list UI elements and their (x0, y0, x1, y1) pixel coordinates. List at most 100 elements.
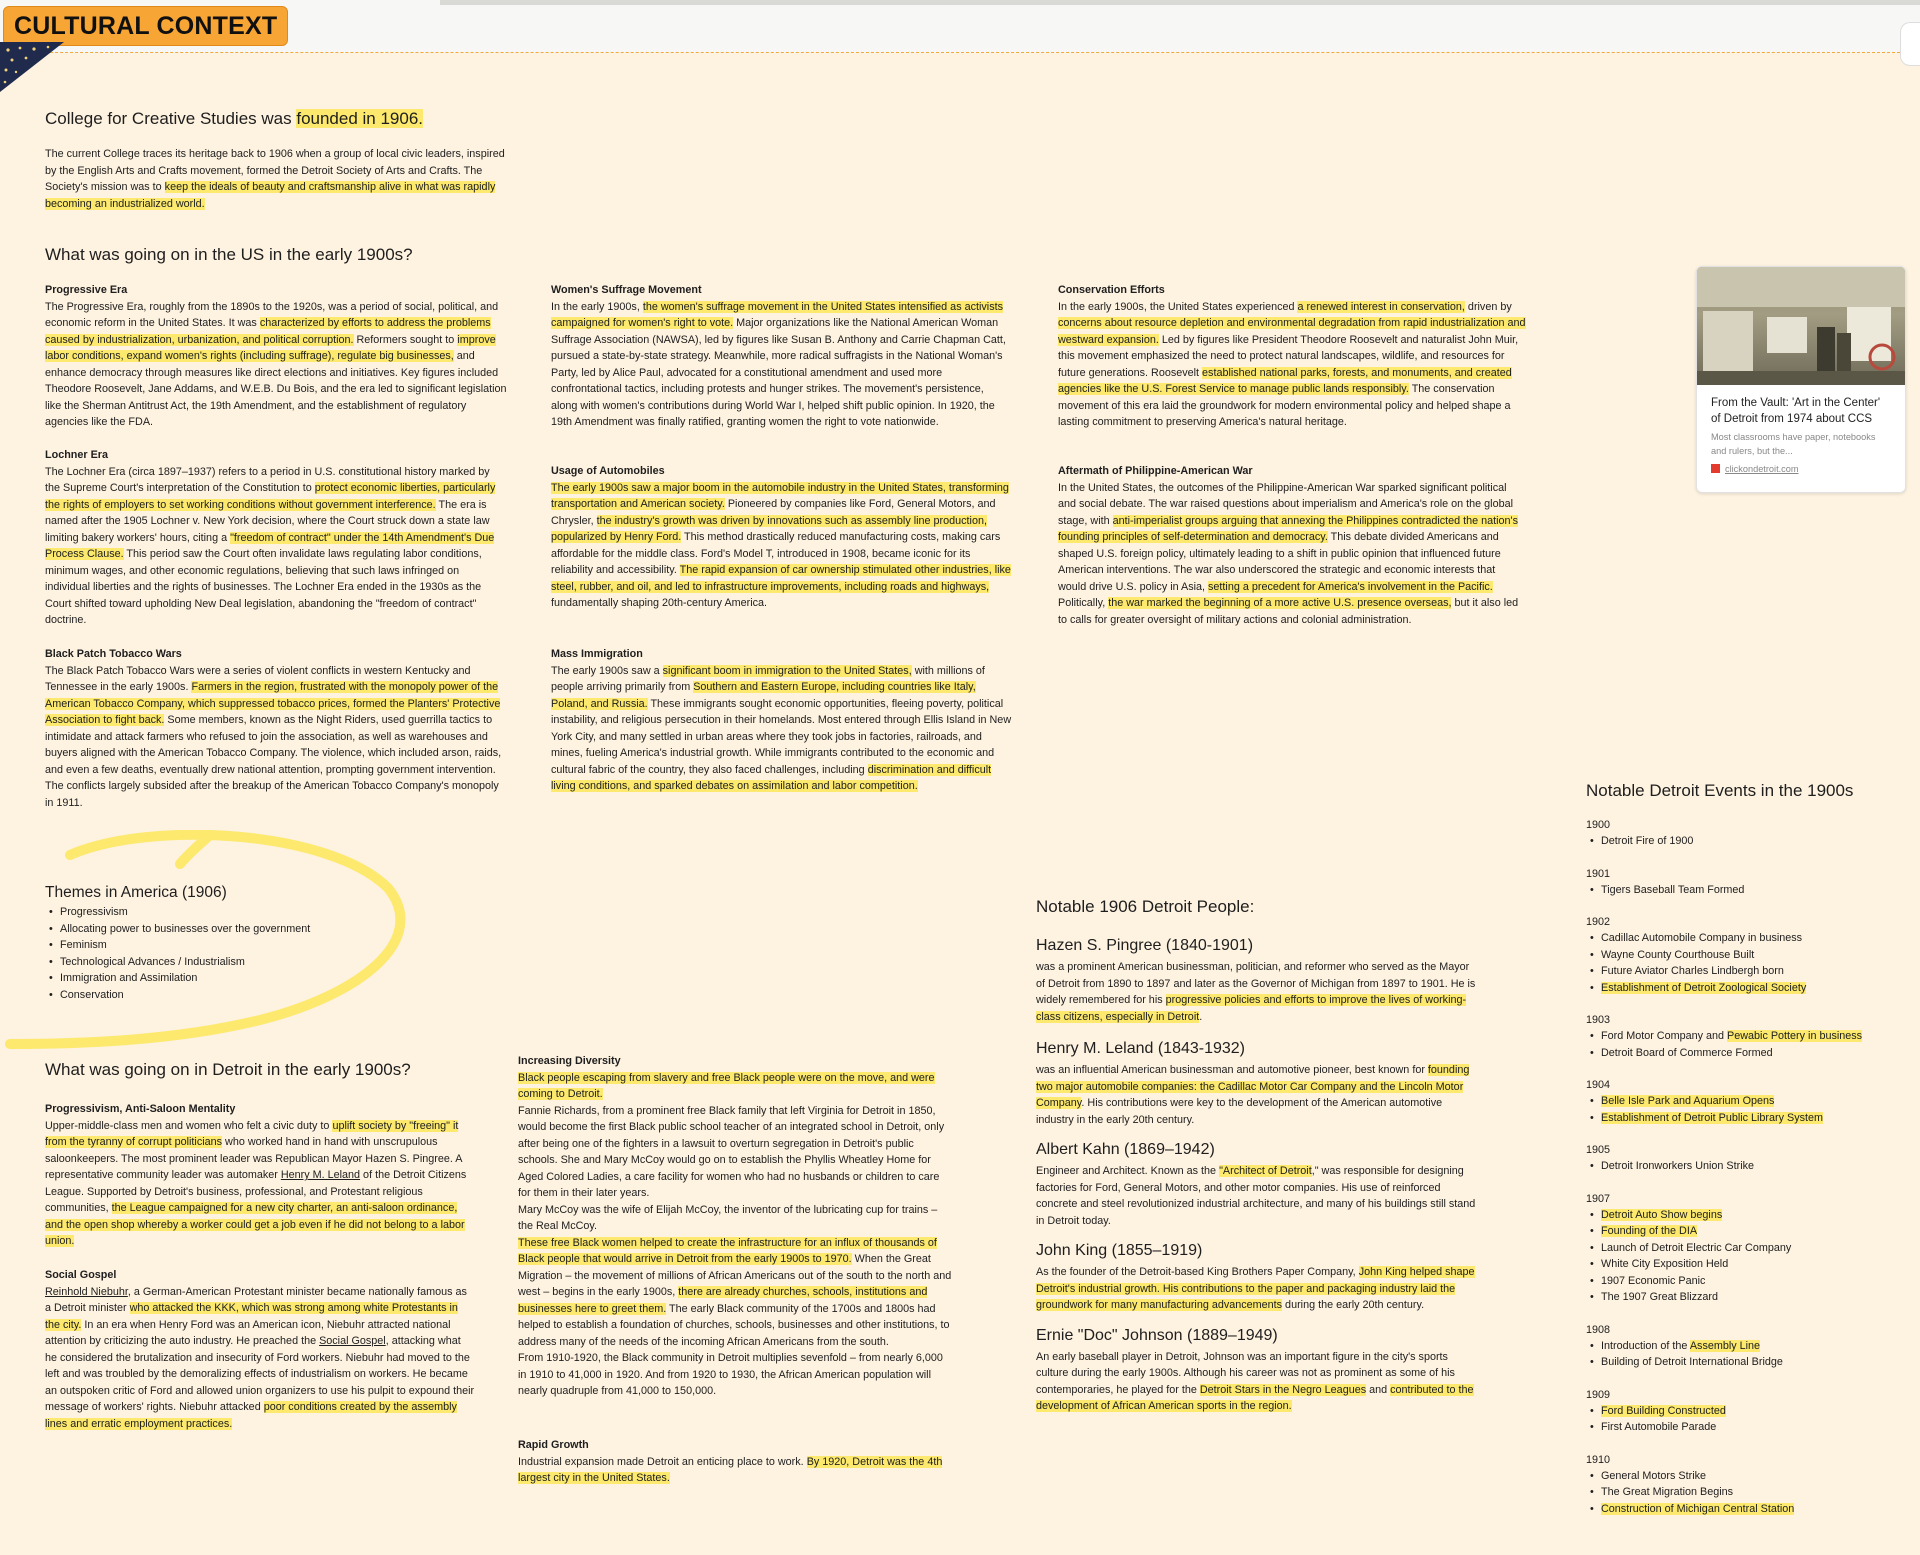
event-year: 1902 (1586, 916, 1611, 928)
event-year-group: 1905 Detroit Ironworkers Union Strike (1586, 1142, 1906, 1175)
automobiles-text: The early 1900s saw a major boom in the … (551, 481, 1011, 609)
link-preview-card[interactable]: From the Vault: 'Art in the Center' of D… (1696, 266, 1906, 493)
event-year-group: 1908 Introduction of the Assembly LineBui… (1586, 1322, 1906, 1371)
us-heading: What was going on in the US in the early… (45, 245, 413, 264)
event-item: The 1907 Great Blizzard (1586, 1289, 1906, 1306)
person-entry: John King (1855–1919) As the founder of t… (1036, 1240, 1476, 1314)
themes-list: Progressivism Allocating power to busine… (45, 904, 365, 1003)
diversity-text-3: Mary McCoy was the wife of Elijah McCoy,… (518, 1203, 938, 1233)
event-year-group: 1907 Detroit Auto Show beginsFounding of … (1586, 1191, 1906, 1306)
lochner-era-title: Lochner Era (45, 449, 108, 461)
diversity-text-1: Black people escaping from slavery and f… (518, 1071, 935, 1100)
ccs-paragraph: The current College traces its heritage … (45, 148, 505, 210)
person-bio: An early baseball player in Detroit, Joh… (1036, 1350, 1474, 1412)
top-scrollbar[interactable] (440, 0, 1920, 5)
philippine-war-block: Aftermath of Philippine-American War In … (1058, 463, 1526, 628)
social-gospel-title: Social Gospel (45, 1269, 117, 1281)
tobacco-wars-text: The Black Patch Tobacco Wars were a seri… (45, 664, 502, 809)
event-list: Detroit Auto Show beginsFounding of the … (1586, 1207, 1906, 1306)
event-year: 1910 (1586, 1453, 1611, 1466)
anti-saloon-title: Progressivism, Anti-Saloon Mentality (45, 1103, 236, 1115)
diversity-block: Increasing Diversity Black people escapi… (518, 1053, 954, 1400)
lochner-era-block: Lochner Era The Lochner Era (circa 1897–… (45, 447, 507, 629)
event-item: Future Aviator Charles Lindbergh born (1586, 963, 1906, 980)
list-item: Feminism (45, 937, 365, 954)
diversity-text-4: These free Black women helped to create … (518, 1236, 952, 1348)
person-name: Ernie "Doc" Johnson (1889–1949) (1036, 1326, 1278, 1344)
event-item: Launch of Detroit Electric Car Company (1586, 1240, 1906, 1257)
event-item: Ford Motor Company and Pewabic Pottery i… (1586, 1028, 1906, 1045)
event-year: 1901 (1586, 867, 1611, 880)
card-source-link[interactable]: clickondetroit.com (1697, 458, 1905, 480)
suffrage-text: In the early 1900s, the women's suffrage… (551, 300, 1006, 428)
event-year-group: 1910 General Motors StrikeThe Great Migra… (1586, 1452, 1906, 1518)
event-year: 1909 (1586, 1388, 1611, 1401)
person-entry: Ernie "Doc" Johnson (1889–1949) An early … (1036, 1325, 1476, 1415)
event-item: Establishment of Detroit Public Library … (1586, 1110, 1906, 1127)
event-year-group: 1904 Belle Isle Park and Aquarium OpensEs… (1586, 1077, 1906, 1126)
event-item: White City Exposition Held (1586, 1256, 1906, 1273)
section-tag: CULTURAL CONTEXT (3, 6, 289, 46)
event-year-group: 1901 Tigers Baseball Team Formed (1586, 866, 1906, 899)
event-item: Detroit Fire of 1900 (1586, 833, 1906, 850)
event-year-group: 1902 Cadillac Automobile Company in busin… (1586, 914, 1906, 996)
rapid-growth-title: Rapid Growth (518, 1439, 589, 1451)
event-list: Ford Building ConstructedFirst Automobil… (1586, 1403, 1906, 1436)
immigration-block: Mass Immigration The early 1900s saw a s… (551, 646, 1013, 795)
event-list: Detroit Ironworkers Union Strike (1586, 1158, 1906, 1175)
event-item: General Motors Strike (1586, 1468, 1906, 1485)
event-item: First Automobile Parade (1586, 1419, 1906, 1436)
event-year: 1908 (1586, 1323, 1611, 1336)
tobacco-wars-title: Black Patch Tobacco Wars (45, 648, 182, 660)
event-item: Construction of Michigan Central Station (1586, 1501, 1906, 1518)
diversity-text-5: From 1910-1920, the Black community in D… (518, 1352, 943, 1397)
event-item: Wayne County Courthouse Built (1586, 947, 1906, 964)
person-name: Henry M. Leland (1843-1932) (1036, 1040, 1246, 1057)
person-entry: Henry M. Leland (1843-1932) was an influe… (1036, 1038, 1476, 1128)
automobiles-block: Usage of Automobiles The early 1900s saw… (551, 463, 1013, 612)
people-list: Hazen S. Pingree (1840-1901) was a promin… (1036, 935, 1476, 1426)
person-name: John King (1855–1919) (1036, 1242, 1203, 1259)
rapid-growth-block: Rapid Growth Industrial expansion made D… (518, 1437, 954, 1487)
suffrage-block: Women's Suffrage Movement In the early 1… (551, 282, 1013, 431)
list-item: Allocating power to businesses over the … (45, 921, 365, 938)
person-entry: Albert Kahn (1869–1942) Engineer and Arch… (1036, 1139, 1476, 1229)
anti-saloon-block: Progressivism, Anti-Saloon Mentality Upp… (45, 1101, 475, 1250)
event-year-group: 1903 Ford Motor Company and Pewabic Potte… (1586, 1012, 1906, 1061)
progressive-era-title: Progressive Era (45, 284, 128, 296)
list-item: Progressivism (45, 904, 365, 921)
person-bio: As the founder of the Detroit-based King… (1036, 1266, 1475, 1311)
event-year: 1900 (1586, 819, 1611, 831)
tobacco-wars-block: Black Patch Tobacco Wars The Black Patch… (45, 646, 507, 811)
person-bio: Engineer and Architect. Known as the "Ar… (1036, 1165, 1476, 1227)
event-item: Tigers Baseball Team Formed (1586, 882, 1906, 899)
events-heading: Notable Detroit Events in the 1900s (1586, 781, 1854, 800)
event-item: Cadillac Automobile Company in business (1586, 930, 1906, 947)
side-panel-handle[interactable] (1900, 22, 1920, 66)
list-item: Immigration and Assimilation (45, 970, 365, 987)
person-name: Hazen S. Pingree (1840-1901) (1036, 937, 1254, 954)
philippine-war-title: Aftermath of Philippine-American War (1058, 465, 1253, 477)
event-item: Founding of the DIA (1586, 1223, 1906, 1240)
events-timeline: 1900 Detroit Fire of 1900 1901 Tigers Baseb… (1586, 817, 1906, 1533)
event-year: 1903 (1586, 1014, 1611, 1026)
event-item: The Great Migration Begins (1586, 1484, 1906, 1501)
event-item: Introduction of the Assembly Line (1586, 1338, 1906, 1355)
diversity-title: Increasing Diversity (518, 1055, 621, 1067)
person-bio: was a prominent American businessman, po… (1036, 961, 1476, 1023)
diversity-text-2: Fannie Richards, from a prominent free B… (518, 1104, 945, 1200)
anti-saloon-text: Upper-middle-class men and women who fel… (45, 1119, 467, 1247)
event-list: Belle Isle Park and Aquarium OpensEstabl… (1586, 1093, 1906, 1126)
person-entry: Hazen S. Pingree (1840-1901) was a promin… (1036, 935, 1476, 1025)
philippine-war-text: In the United States, the outcomes of th… (1058, 481, 1519, 626)
progressive-era-text: The Progressive Era, roughly from the 18… (45, 300, 507, 428)
automobiles-title: Usage of Automobiles (551, 465, 665, 477)
event-item: Belle Isle Park and Aquarium Opens (1586, 1093, 1906, 1110)
conservation-title: Conservation Efforts (1058, 284, 1165, 296)
event-item: 1907 Economic Panic (1586, 1273, 1906, 1290)
people-heading: Notable 1906 Detroit People: (1036, 897, 1255, 916)
list-item: Technological Advances / Industrialism (45, 954, 365, 971)
event-list: Detroit Fire of 1900 (1586, 833, 1906, 850)
suffrage-title: Women's Suffrage Movement (551, 284, 702, 296)
rapid-growth-text: Industrial expansion made Detroit an ent… (518, 1455, 943, 1484)
